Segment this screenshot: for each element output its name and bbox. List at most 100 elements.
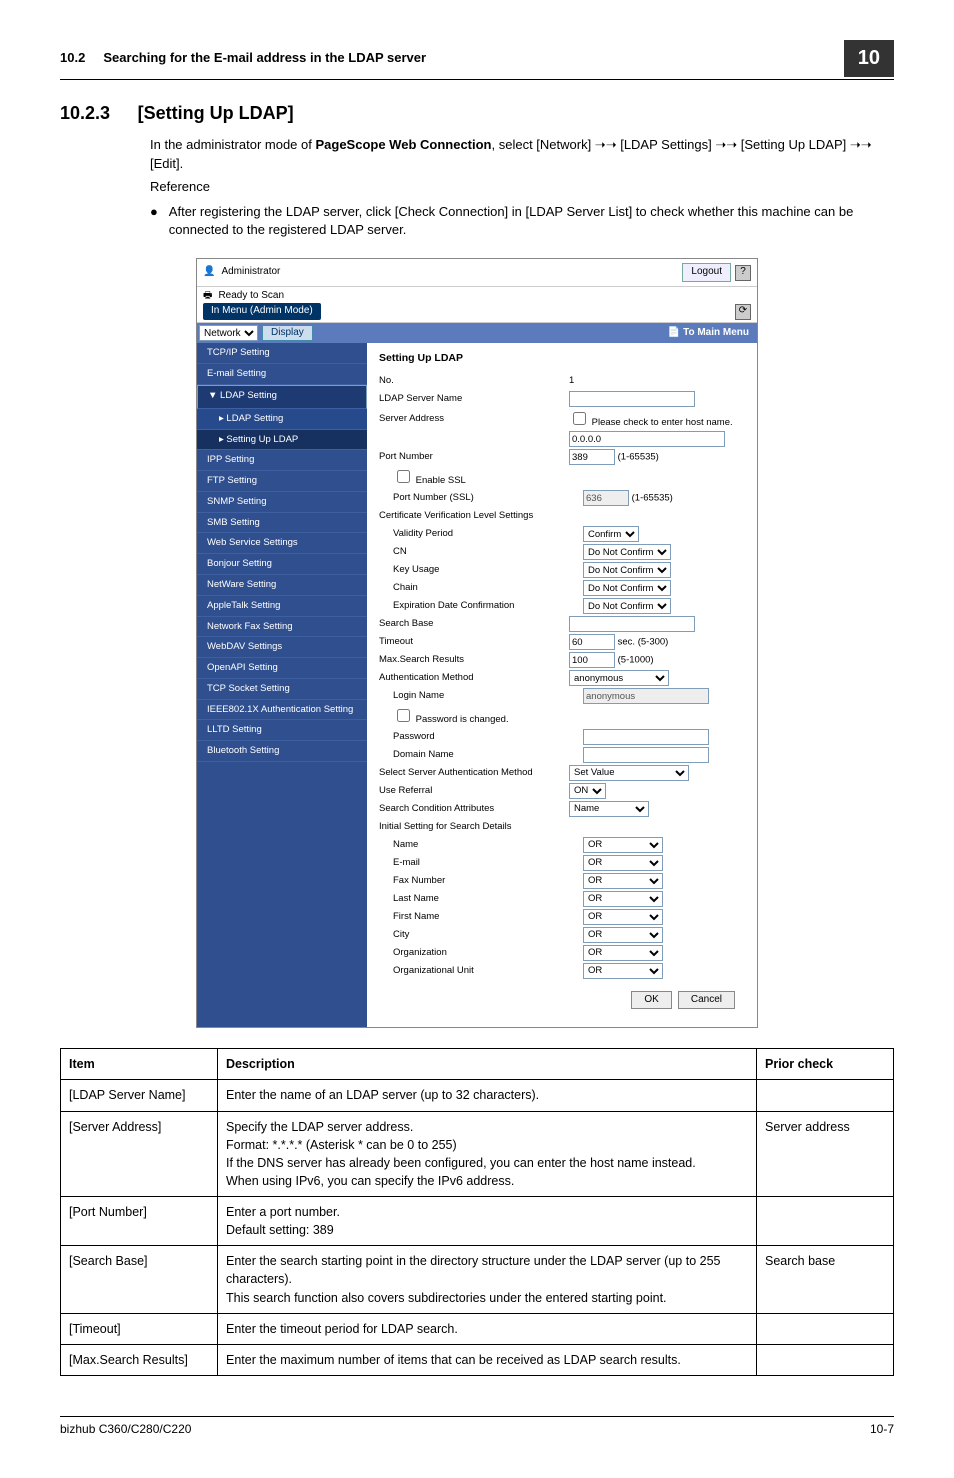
sel-keyusage[interactable]: Do Not Confirm	[583, 562, 671, 578]
sidebar-item-ldap-sub[interactable]: ▸ LDAP Setting	[197, 409, 367, 430]
input-portnum[interactable]	[569, 449, 615, 465]
category-select[interactable]: Network	[199, 325, 258, 341]
th-prior: Prior check	[757, 1049, 894, 1080]
cell-desc: Enter the search starting point in the d…	[218, 1246, 757, 1313]
sel-email[interactable]: OR	[583, 855, 663, 871]
help-icon[interactable]: ?	[735, 265, 751, 281]
sel-chain[interactable]: Do Not Confirm	[583, 580, 671, 596]
reference-label: Reference	[150, 178, 894, 197]
sidebar-item-email[interactable]: E-mail Setting	[197, 364, 367, 385]
header-section-title: Searching for the E-mail address in the …	[103, 50, 426, 65]
sidebar-item-snmp[interactable]: SNMP Setting	[197, 492, 367, 513]
sidebar-item-bluetooth[interactable]: Bluetooth Setting	[197, 741, 367, 762]
refresh-icon[interactable]: ⟳	[735, 304, 751, 320]
display-button[interactable]: Display	[262, 325, 313, 342]
input-portssl	[583, 490, 629, 506]
input-maxres[interactable]	[569, 652, 615, 668]
cell-prior	[757, 1344, 894, 1375]
sel-fname[interactable]: OR	[583, 909, 663, 925]
cell-prior	[757, 1313, 894, 1344]
lab-lname: Last Name	[379, 892, 583, 906]
lab-srvname: LDAP Server Name	[379, 392, 569, 406]
ok-button[interactable]: OK	[631, 991, 671, 1010]
sidebar-item-tcpip[interactable]: TCP/IP Setting	[197, 343, 367, 364]
footer-right: 10-7	[870, 1421, 894, 1438]
th-item: Item	[61, 1049, 218, 1080]
sel-orgunit[interactable]: OR	[583, 963, 663, 979]
header-section-no: 10.2	[60, 50, 85, 65]
lab-validity: Validity Period	[379, 527, 583, 541]
lab-useref: Use Referral	[379, 784, 569, 798]
sidebar-item-netware[interactable]: NetWare Setting	[197, 575, 367, 596]
main-menu-link[interactable]: 📄 To Main Menu	[660, 324, 757, 343]
sel-fax[interactable]: OR	[583, 873, 663, 889]
cell-item: [Timeout]	[61, 1313, 218, 1344]
panel-heading: Setting Up LDAP	[379, 351, 745, 366]
chk-enablessl[interactable]	[397, 470, 410, 483]
sidebar-item-setup-ldap[interactable]: ▸ Setting Up LDAP	[197, 430, 367, 451]
val-no: 1	[569, 374, 745, 388]
sidebar-item-ftp[interactable]: FTP Setting	[197, 471, 367, 492]
lab-initset: Initial Setting for Search Details	[379, 820, 569, 834]
lab-login: Login Name	[379, 689, 583, 703]
sidebar-item-ieee8021x[interactable]: IEEE802.1X Authentication Setting	[197, 700, 367, 721]
sidebar-item-networkfax[interactable]: Network Fax Setting	[197, 617, 367, 638]
lab-pwd: Password	[379, 730, 583, 744]
input-pwd[interactable]	[583, 729, 709, 745]
sel-org[interactable]: OR	[583, 945, 663, 961]
sel-searchcond[interactable]: Name	[569, 801, 649, 817]
app-screenshot: 👤 Administrator Logout ? 🖶Ready to Scan …	[196, 258, 758, 1028]
cancel-button[interactable]: Cancel	[678, 991, 735, 1010]
sidebar: TCP/IP Setting E-mail Setting ▼ LDAP Set…	[197, 343, 367, 1027]
page-footer: bizhub C360/C280/C220 10-7	[60, 1416, 894, 1438]
cell-prior: Server address	[757, 1111, 894, 1197]
sidebar-item-webservice[interactable]: Web Service Settings	[197, 533, 367, 554]
sidebar-item-tcpsocket[interactable]: TCP Socket Setting	[197, 679, 367, 700]
cell-item: [Server Address]	[61, 1111, 218, 1197]
cell-item: [Max.Search Results]	[61, 1344, 218, 1375]
lab-city: City	[379, 928, 583, 942]
sel-srvauth[interactable]: Set Value	[569, 765, 689, 781]
lab-srvaddr: Server Address	[379, 412, 569, 426]
sidebar-item-lltd[interactable]: LLTD Setting	[197, 720, 367, 741]
sel-cn[interactable]: Do Not Confirm	[583, 544, 671, 560]
intro-text-a: In the administrator mode of	[150, 137, 315, 152]
lab-keyusage: Key Usage	[379, 563, 583, 577]
sel-name[interactable]: OR	[583, 837, 663, 853]
input-srvaddr[interactable]	[569, 431, 725, 447]
input-timeout[interactable]	[569, 634, 615, 650]
ss-status-bar: 🖶Ready to Scan In Menu (Admin Mode) ⟳	[197, 287, 757, 323]
cell-prior	[757, 1197, 894, 1246]
sel-authmethod[interactable]: anonymous	[569, 670, 669, 686]
sidebar-item-bonjour[interactable]: Bonjour Setting	[197, 554, 367, 575]
sel-validity[interactable]: Confirm	[583, 526, 639, 542]
sel-lname[interactable]: OR	[583, 891, 663, 907]
lab-portssl: Port Number (SSL)	[379, 491, 583, 505]
input-srvname[interactable]	[569, 391, 695, 407]
chk-pwdchg[interactable]	[397, 709, 410, 722]
user-icon: 👤	[203, 265, 215, 280]
sel-useref[interactable]: ON	[569, 783, 606, 799]
chk-hostname[interactable]	[573, 412, 586, 425]
logout-button[interactable]: Logout	[682, 263, 731, 282]
sidebar-item-ipp[interactable]: IPP Setting	[197, 450, 367, 471]
cell-desc: Enter a port number.Default setting: 389	[218, 1197, 757, 1246]
table-row: [Search Base]Enter the search starting p…	[61, 1246, 894, 1313]
input-searchbase[interactable]	[569, 616, 695, 632]
lab-chain: Chain	[379, 581, 583, 595]
cell-desc: Specify the LDAP server address.Format: …	[218, 1111, 757, 1197]
lab-certhdr: Certificate Verification Level Settings	[379, 509, 569, 523]
sidebar-item-appletalk[interactable]: AppleTalk Setting	[197, 596, 367, 617]
sidebar-item-ldap[interactable]: ▼ LDAP Setting	[197, 385, 367, 409]
sel-expdate[interactable]: Do Not Confirm	[583, 598, 671, 614]
input-domain[interactable]	[583, 747, 709, 763]
sidebar-item-smb[interactable]: SMB Setting	[197, 513, 367, 534]
sidebar-item-webdav[interactable]: WebDAV Settings	[197, 637, 367, 658]
cell-item: [LDAP Server Name]	[61, 1080, 218, 1111]
sel-city[interactable]: OR	[583, 927, 663, 943]
header-chapter-chip: 10	[844, 40, 894, 77]
sidebar-item-openapi[interactable]: OpenAPI Setting	[197, 658, 367, 679]
lab-timeout: Timeout	[379, 635, 569, 649]
input-login	[583, 688, 709, 704]
section-title: [Setting Up LDAP]	[138, 103, 294, 123]
